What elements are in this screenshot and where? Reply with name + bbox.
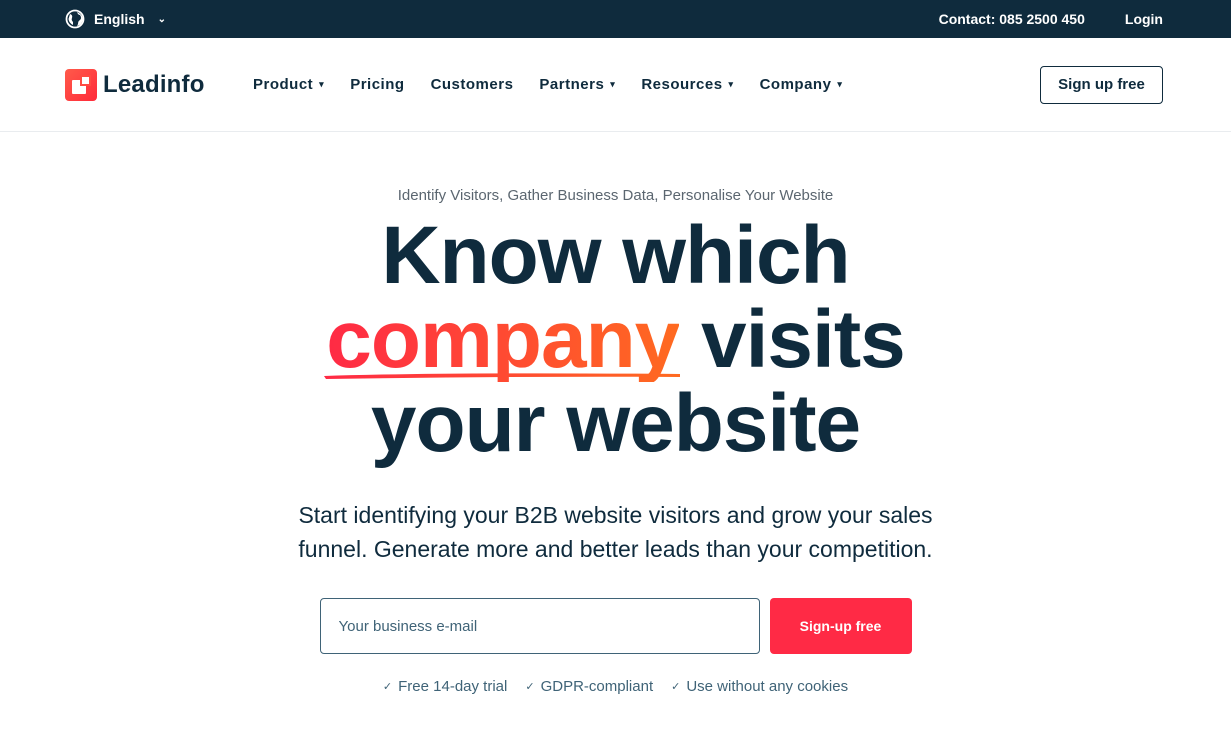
benefit-label: Use without any cookies [686,678,849,695]
email-input[interactable] [319,598,760,654]
subtitle-line-1: Start identifying your B2B website visit… [298,502,933,528]
language-selector[interactable]: English ⌄ [65,9,166,29]
nav-item-label: Company [759,76,832,93]
hero-section: Identify Visitors, Gather Business Data,… [0,187,1231,695]
nav-item-resources[interactable]: Resources ▾ [641,76,733,93]
nav-item-label: Resources [641,76,723,93]
headline-line-1: Know which [381,210,850,301]
benefit-item: ✓ Free 14-day trial [383,678,507,695]
signup-form: Sign-up free [0,598,1231,654]
benefit-label: Free 14-day trial [398,678,508,695]
benefit-label: GDPR-compliant [540,678,654,695]
benefit-item: ✓ Use without any cookies [671,678,848,695]
chevron-down-icon: ▾ [610,79,616,89]
nav-item-label: Partners [539,76,605,93]
logo[interactable]: Leadinfo [65,68,253,101]
benefit-item: ✓ GDPR-compliant [525,678,653,695]
nav-item-partners[interactable]: Partners ▾ [539,76,615,93]
benefits-list: ✓ Free 14-day trial ✓ GDPR-compliant ✓ Use … [0,678,1231,695]
hero-headline: Know which company visits your website [0,214,1231,466]
nav-item-company[interactable]: Company ▾ [760,76,843,93]
headline-line-3: your website [370,378,861,469]
headline-highlight: company [324,298,681,382]
sign-up-free-nav-button[interactable]: Sign up free [1040,65,1163,104]
sign-up-submit-button[interactable]: Sign-up free [769,598,912,654]
top-bar: English ⌄ Contact: 085 2500 450 Login [0,0,1231,38]
nav-item-pricing[interactable]: Pricing [350,76,404,93]
check-icon: ✓ [671,681,681,693]
nav-item-label: Customers [430,76,514,93]
nav-item-product[interactable]: Product ▾ [253,76,324,93]
headline-line-2-rest: visits [679,294,906,385]
chevron-down-icon: ⌄ [157,13,166,25]
nav-item-label: Pricing [350,76,405,93]
brush-underline [324,373,681,379]
check-icon: ✓ [525,681,535,693]
chevron-down-icon: ▾ [728,79,734,89]
subtitle-line-2: funnel. Generate more and better leads t… [298,536,933,562]
nav-item-label: Product [253,76,314,93]
chevron-down-icon: ▾ [837,79,843,89]
chevron-down-icon: ▾ [319,79,325,89]
hero-eyebrow: Identify Visitors, Gather Business Data,… [397,187,834,204]
main-navigation: Leadinfo Product ▾ Pricing Customers Par… [0,38,1231,132]
language-label: English [94,11,145,27]
logo-icon [65,68,97,101]
logo-text: Leadinfo [103,70,205,98]
hero-subtitle: Start identifying your B2B website visit… [0,498,1231,566]
login-link[interactable]: Login [1125,11,1163,27]
check-icon: ✓ [382,681,393,693]
headline-line-2: company visits [0,298,1231,382]
globe-icon [65,9,85,29]
nav-item-customers[interactable]: Customers [431,76,514,93]
nav-menu: Product ▾ Pricing Customers Partners ▾ R… [253,76,842,93]
contact-phone-link[interactable]: Contact: 085 2500 450 [939,11,1085,27]
